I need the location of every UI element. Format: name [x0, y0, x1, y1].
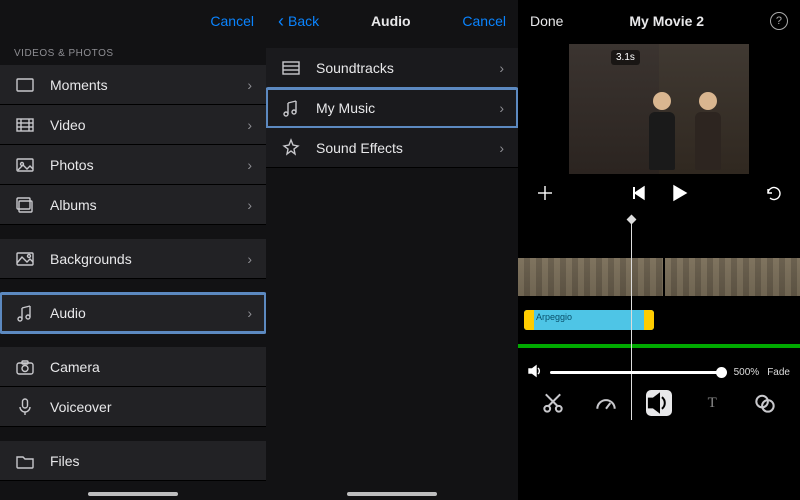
my-music-icon [280, 97, 302, 119]
row-label: Soundtracks [316, 60, 499, 76]
editor-topbar: Done My Movie 2 ? [518, 0, 800, 42]
sound-effects-icon [280, 137, 302, 159]
play-button[interactable] [670, 184, 688, 202]
row-label: Audio [50, 305, 247, 321]
video-clip[interactable] [665, 258, 800, 296]
cancel-button[interactable]: Cancel [210, 13, 254, 29]
help-button[interactable]: ? [770, 12, 788, 30]
soundtracks-icon [280, 57, 302, 79]
done-button[interactable]: Done [530, 13, 563, 29]
speed-button[interactable] [593, 390, 619, 416]
volume-button[interactable] [646, 390, 672, 416]
audio-icon [14, 302, 36, 324]
camera-icon [14, 356, 36, 378]
chevron-right-icon: › [247, 305, 252, 321]
row-label: My Music [316, 100, 499, 116]
audio-clip-label: Arpeggio [536, 312, 572, 322]
chevron-right-icon: › [247, 251, 252, 267]
volume-percent: 500% [734, 367, 760, 378]
row-label: Albums [50, 197, 247, 213]
media-picker-panel: Cancel VIDEOS & PHOTOS Moments › Video ›… [0, 0, 266, 500]
row-files[interactable]: Files [0, 441, 266, 481]
moments-icon [14, 74, 36, 96]
volume-icon [528, 364, 542, 381]
row-label: Files [50, 453, 252, 469]
backgrounds-icon [14, 248, 36, 270]
timestamp-badge: 3.1s [611, 50, 640, 65]
cancel-button[interactable]: Cancel [462, 13, 506, 29]
row-label: Camera [50, 359, 252, 375]
skip-back-button[interactable] [630, 184, 648, 202]
project-title: My Movie 2 [629, 13, 704, 29]
editor-panel: Done My Movie 2 ? 3.1s Arp [518, 0, 800, 500]
chevron-right-icon: › [499, 60, 504, 76]
chevron-right-icon: › [499, 140, 504, 156]
row-audio[interactable]: Audio › [0, 293, 266, 333]
filters-button[interactable] [752, 390, 778, 416]
home-indicator [88, 492, 178, 496]
chevron-right-icon: › [247, 77, 252, 93]
row-camera[interactable]: Camera [0, 347, 266, 387]
row-my-music[interactable]: My Music › [266, 88, 518, 128]
row-albums[interactable]: Albums › [0, 185, 266, 225]
preview-viewer[interactable]: 3.1s [569, 44, 749, 174]
timeline[interactable]: Arpeggio 500% Fade T [518, 220, 800, 420]
chevron-right-icon: › [499, 100, 504, 116]
row-label: Video [50, 117, 247, 133]
photos-icon [14, 154, 36, 176]
chevron-right-icon: › [247, 197, 252, 213]
fade-button[interactable]: Fade [767, 367, 790, 378]
transport-bar [518, 174, 800, 212]
video-icon [14, 114, 36, 136]
back-button[interactable]: ‹ Back [278, 11, 319, 32]
row-backgrounds[interactable]: Backgrounds › [0, 239, 266, 279]
chevron-right-icon: › [247, 117, 252, 133]
row-label: Photos [50, 157, 247, 173]
row-soundtracks[interactable]: Soundtracks › [266, 48, 518, 88]
audio-clip[interactable]: Arpeggio [524, 310, 654, 330]
audio-picker-panel: ‹ Back Audio Cancel Soundtracks › My Mus… [266, 0, 518, 500]
row-moments[interactable]: Moments › [0, 65, 266, 105]
undo-button[interactable] [764, 184, 782, 202]
row-label: Voiceover [50, 399, 252, 415]
topbar: ‹ Back Audio Cancel [266, 0, 518, 42]
chevron-right-icon: › [247, 157, 252, 173]
volume-slider[interactable] [550, 371, 726, 374]
video-clip[interactable] [518, 258, 665, 296]
row-video[interactable]: Video › [0, 105, 266, 145]
topbar: Cancel [0, 0, 266, 42]
video-track[interactable] [518, 258, 800, 296]
split-button[interactable] [540, 390, 566, 416]
row-label: Moments [50, 77, 247, 93]
row-label: Sound Effects [316, 140, 499, 156]
home-indicator [347, 492, 437, 496]
row-photos[interactable]: Photos › [0, 145, 266, 185]
chevron-left-icon: ‹ [278, 11, 284, 32]
secondary-audio-track[interactable] [518, 344, 800, 348]
volume-bar: 500% Fade [518, 358, 800, 386]
titles-button[interactable]: T [699, 390, 725, 416]
files-icon [14, 450, 36, 472]
section-header: VIDEOS & PHOTOS [0, 42, 266, 65]
row-label: Backgrounds [50, 251, 247, 267]
add-media-button[interactable] [536, 184, 554, 202]
panel-title: Audio [371, 13, 411, 29]
row-voiceover[interactable]: Voiceover [0, 387, 266, 427]
row-sound-effects[interactable]: Sound Effects › [266, 128, 518, 168]
albums-icon [14, 194, 36, 216]
edit-toolbar: T [518, 386, 800, 420]
voiceover-icon [14, 396, 36, 418]
